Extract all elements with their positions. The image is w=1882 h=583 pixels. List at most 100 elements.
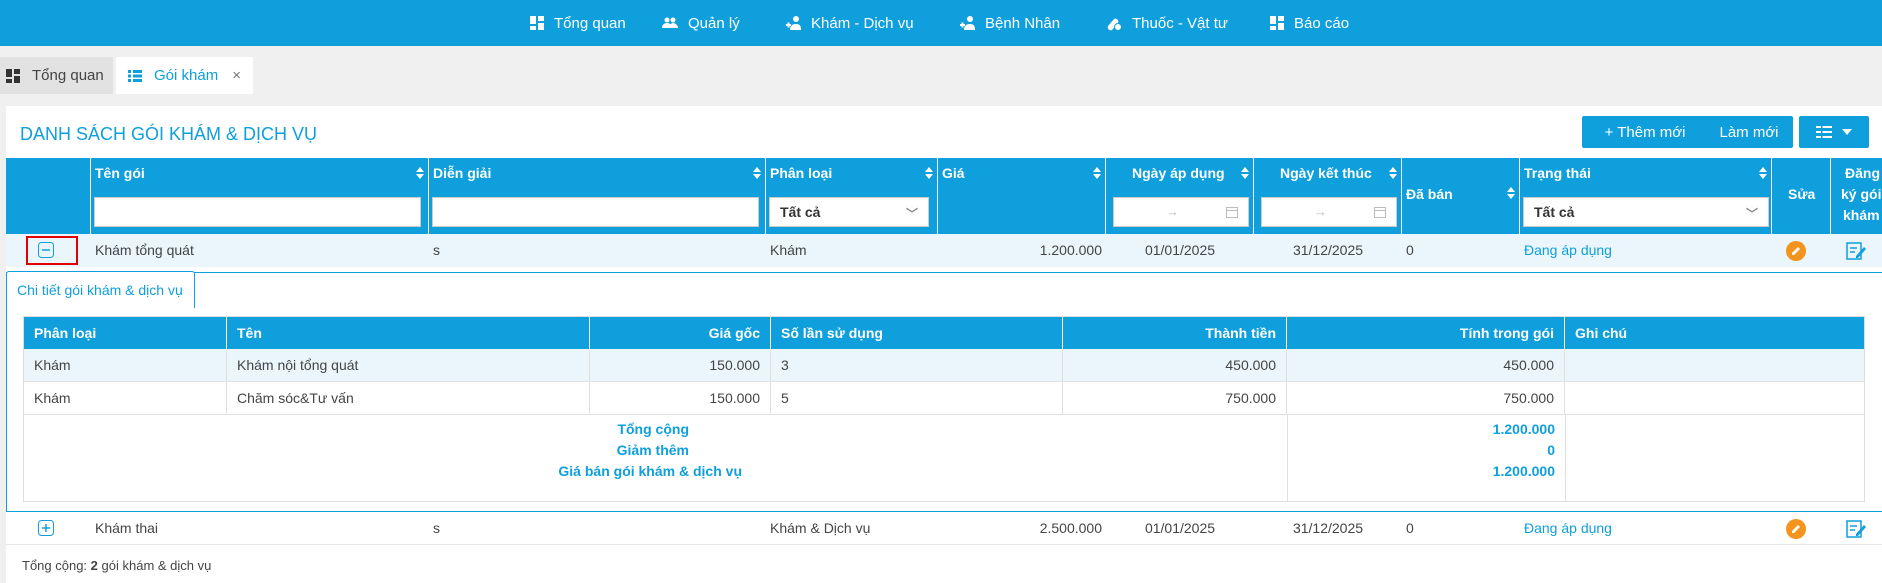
column-header-status[interactable]: Trạng thái Tất cả ﹀ <box>1520 158 1772 234</box>
detail-uses: 5 <box>771 382 1063 415</box>
package-sold: 0 <box>1406 520 1414 536</box>
report-icon <box>1270 16 1284 30</box>
divider <box>1565 415 1566 501</box>
detail-name: Khám nội tổng quát <box>227 349 590 382</box>
package-end-date: 31/12/2025 <box>1292 520 1364 536</box>
add-new-button[interactable]: + Thêm mới <box>1582 116 1708 148</box>
expand-row-button[interactable] <box>38 512 58 545</box>
sort-icon[interactable] <box>1759 166 1767 180</box>
table-row[interactable]: Khám thai s Khám & Dịch vụ 2.500.000 01/… <box>6 512 1882 545</box>
nav-item-patients[interactable]: Bệnh Nhân <box>960 0 1060 46</box>
sort-icon[interactable] <box>416 166 424 180</box>
detail-column-type: Phân loại <box>24 317 227 349</box>
nav-item-overview[interactable]: Tổng quan <box>530 0 626 46</box>
sort-icon[interactable] <box>925 166 933 180</box>
medicine-icon <box>1107 18 1122 31</box>
package-start-date: 01/01/2025 <box>1144 242 1216 258</box>
nav-item-medicine[interactable]: Thuốc - Vật tư <box>1106 0 1228 46</box>
edit-button[interactable] <box>1786 519 1806 539</box>
package-price: 1.200.000 <box>1039 242 1102 258</box>
register-form-icon <box>1846 242 1866 260</box>
patient-icon <box>960 16 975 30</box>
column-header-desc[interactable]: Diễn giải <box>429 158 766 234</box>
sort-icon[interactable] <box>753 166 761 180</box>
package-name: Khám thai <box>95 520 159 536</box>
sort-icon[interactable] <box>1507 186 1515 200</box>
detail-column-name: Tên <box>227 317 590 349</box>
end-date-range-input[interactable]: → <box>1261 197 1397 227</box>
tab-package-detail[interactable]: Chi tiết gói khám & dịch vụ <box>6 271 195 308</box>
tab-packages[interactable]: Gói khám × <box>116 57 253 94</box>
register-package-button[interactable] <box>1846 240 1866 260</box>
detail-in-package: 450.000 <box>1287 349 1565 382</box>
column-header-start-date[interactable]: Ngày áp dụng → <box>1106 158 1254 234</box>
column-options-button[interactable] <box>1799 116 1869 148</box>
pencil-icon <box>1792 525 1800 533</box>
nav-item-exam-service[interactable]: Khám - Dịch vụ <box>786 0 914 46</box>
caret-down-icon <box>1842 129 1852 135</box>
name-filter-input[interactable] <box>94 197 421 227</box>
status-badge: Đang áp dụng <box>1524 242 1612 258</box>
tab-overview[interactable]: Tổng quan <box>0 57 113 94</box>
chevron-down-icon: ﹀ <box>1745 207 1758 221</box>
column-header-sold[interactable]: Đã bán <box>1402 158 1520 234</box>
dashboard-icon <box>530 16 544 30</box>
package-detail-table: Phân loại Tên Giá gốc Số lần sử dụng Thà… <box>23 316 1865 502</box>
edit-button[interactable] <box>1786 241 1806 261</box>
detail-row: Khám Chăm sóc&Tư vấn 150.000 5 750.000 7… <box>24 382 1864 415</box>
columns-icon <box>1816 126 1832 138</box>
detail-column-base-price: Giá gốc <box>590 317 771 349</box>
tab-label: Gói khám <box>154 67 219 84</box>
package-desc: s <box>433 520 440 536</box>
desc-filter-input[interactable] <box>432 197 759 227</box>
column-header-price[interactable]: Giá <box>938 158 1106 234</box>
column-header-name[interactable]: Tên gói <box>91 158 429 234</box>
page-title: DANH SÁCH GÓI KHÁM & DỊCH VỤ <box>20 124 318 144</box>
footer-prefix: Tổng cộng: <box>22 558 88 573</box>
sort-icon[interactable] <box>1093 166 1101 180</box>
tab-bar: Tổng quan Gói khám × <box>0 46 1882 94</box>
table-header: Tên gói Diễn giải Phân loại Tất cả ﹀ Giá… <box>6 158 1882 234</box>
type-filter-select[interactable]: Tất cả ﹀ <box>769 197 929 227</box>
detail-row: Khám Khám nội tổng quát 150.000 3 450.00… <box>24 349 1864 382</box>
refresh-button[interactable]: Làm mới <box>1705 116 1793 148</box>
top-navigation: Tổng quan Quản lý Khám - Dịch vụ Bệnh Nh… <box>0 0 1882 46</box>
table-row[interactable]: Khám tổng quát s Khám 1.200.000 01/01/20… <box>6 234 1882 267</box>
detail-in-package: 750.000 <box>1287 382 1565 415</box>
plus-square-icon <box>38 520 54 536</box>
detail-column-in-package: Tính trong gói <box>1287 317 1565 349</box>
detail-column-note: Ghi chú <box>1575 325 1628 341</box>
dashboard-icon <box>6 68 20 83</box>
detail-amount: 750.000 <box>1063 382 1287 415</box>
nav-item-management[interactable]: Quản lý <box>662 0 740 46</box>
pencil-icon <box>1792 247 1800 255</box>
nav-item-reports[interactable]: Báo cáo <box>1270 0 1349 46</box>
sort-icon[interactable] <box>1241 166 1249 180</box>
detail-column-amount: Thành tiền <box>1063 317 1287 349</box>
summary-sale-price-value: 1.200.000 <box>1492 463 1555 479</box>
package-type: Khám & Dịch vụ <box>770 520 871 536</box>
summary-discount-label: Giảm thêm <box>616 442 689 458</box>
column-header-register: Đăng ký gói khám <box>1841 165 1882 223</box>
close-icon[interactable]: × <box>232 67 241 84</box>
status-badge: Đang áp dụng <box>1524 520 1612 536</box>
nav-item-label: Báo cáo <box>1294 14 1350 32</box>
expand-column-header <box>6 158 91 234</box>
register-form-icon <box>1846 520 1866 538</box>
detail-base-price: 150.000 <box>590 349 771 382</box>
register-package-button[interactable] <box>1846 518 1866 538</box>
users-icon <box>662 17 678 28</box>
detail-uses: 3 <box>771 349 1063 382</box>
detail-table-header: Phân loại Tên Giá gốc Số lần sử dụng Thà… <box>24 317 1864 349</box>
patient-icon <box>786 16 801 30</box>
status-filter-select[interactable]: Tất cả ﹀ <box>1523 197 1769 227</box>
start-date-range-input[interactable]: → <box>1113 197 1249 227</box>
highlight-box <box>26 236 78 265</box>
column-header-end-date[interactable]: Ngày kết thúc → <box>1254 158 1402 234</box>
detail-type: Khám <box>24 349 227 382</box>
package-sold: 0 <box>1406 242 1414 258</box>
sort-icon[interactable] <box>1389 166 1397 180</box>
column-header-type[interactable]: Phân loại Tất cả ﹀ <box>766 158 938 234</box>
package-desc: s <box>433 242 440 258</box>
detail-base-price: 150.000 <box>590 382 771 415</box>
